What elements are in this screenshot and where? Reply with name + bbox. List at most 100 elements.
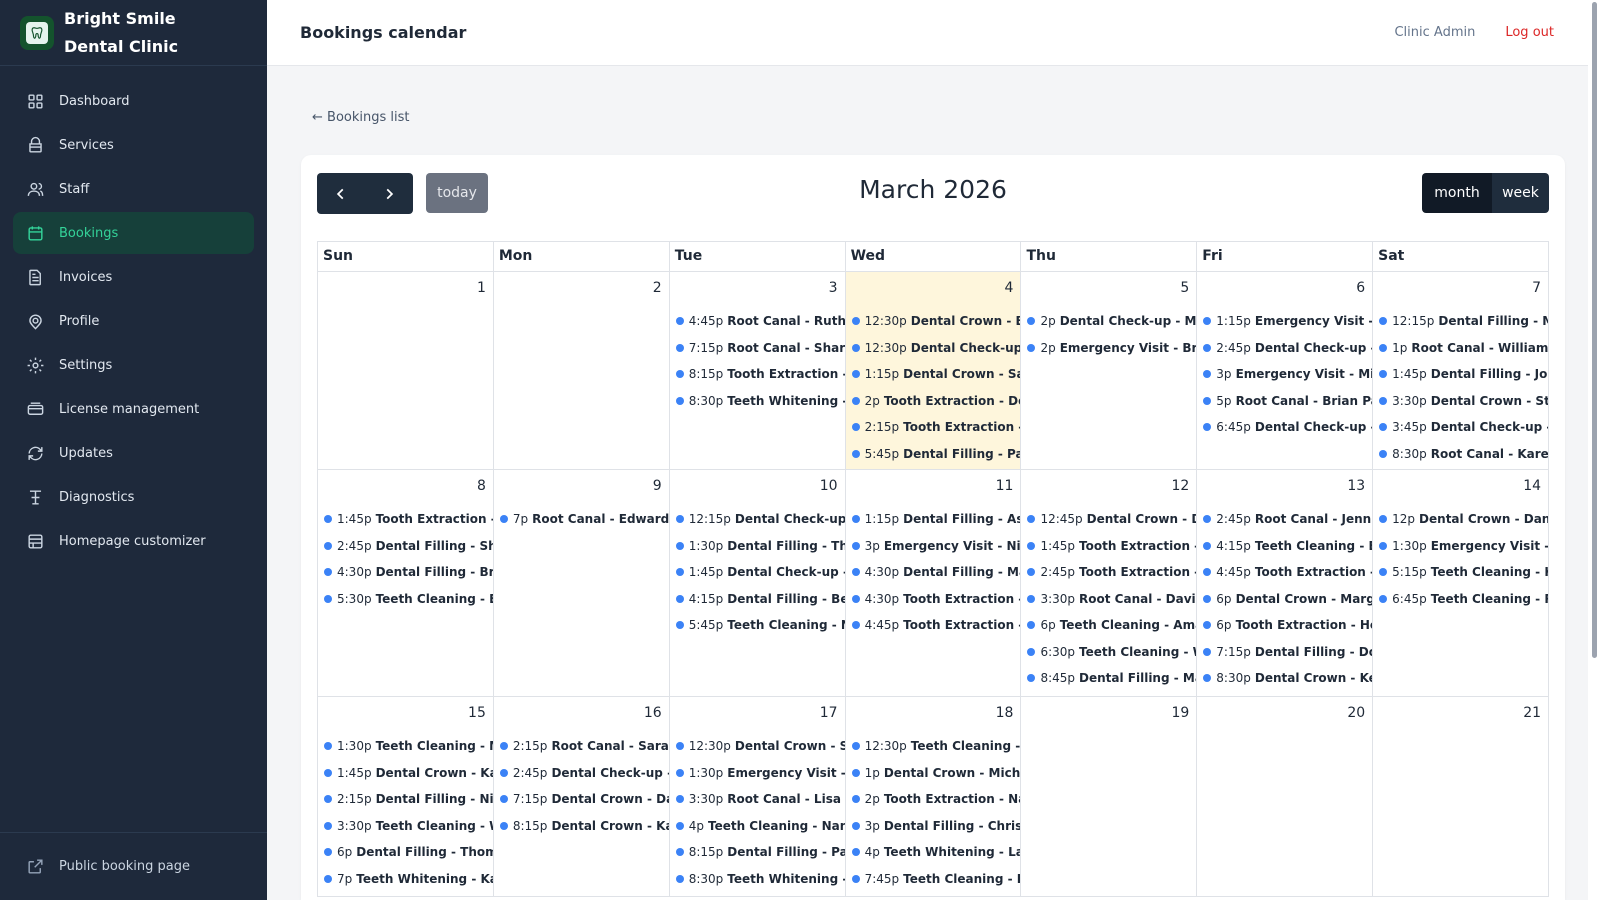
booking-event[interactable]: 1:15pDental Filling - Ashle (846, 506, 1020, 533)
sidebar-item-staff[interactable]: Staff (13, 168, 254, 210)
booking-event[interactable]: 3:30pRoot Canal - David M (1021, 586, 1196, 613)
day-number[interactable]: 9 (494, 470, 669, 506)
booking-event[interactable]: 8:30p Dental Crown - Kev (1197, 665, 1372, 692)
booking-event[interactable]: 12:15pDental Check-up - I (670, 506, 845, 533)
booking-event[interactable]: 2:15pDental Filling - Nico (318, 786, 493, 813)
booking-event[interactable]: 7:15pRoot Canal - Sharon (670, 335, 845, 362)
booking-event[interactable]: 5:30p Teeth Cleaning - Eli (318, 586, 493, 613)
booking-event[interactable]: 2:45pDental Filling - Shar (318, 533, 493, 560)
booking-event[interactable]: 1:15pDental Crown - Sand (846, 361, 1020, 388)
day-number[interactable]: 2 (494, 272, 669, 308)
day-number[interactable]: 19 (1021, 697, 1196, 733)
booking-event[interactable]: 2:15pRoot Canal - Sarah Jo (494, 733, 669, 760)
day-number[interactable]: 15 (318, 697, 493, 733)
sidebar-item-settings[interactable]: Settings (13, 344, 254, 386)
booking-event[interactable]: 1:45pTooth Extraction - E (1021, 533, 1196, 560)
day-number[interactable]: 14 (1373, 470, 1548, 506)
booking-event[interactable]: 12:30pDental Crown - Bri (846, 308, 1020, 335)
month-view-button[interactable]: month (1422, 173, 1492, 213)
booking-event[interactable]: 1pDental Crown - Michae (846, 760, 1020, 787)
day-number[interactable]: 4 (846, 272, 1021, 308)
day-number[interactable]: 16 (494, 697, 669, 733)
booking-event[interactable]: 3:45pDental Check-up - R (1373, 414, 1548, 441)
booking-event[interactable]: 4p Teeth Cleaning - Nanc (670, 813, 845, 840)
booking-event[interactable]: 3:30pTeeth Cleaning - Wi (318, 813, 493, 840)
day-cell[interactable]: 1 (318, 272, 494, 469)
logout-button[interactable]: Log out (1505, 25, 1554, 40)
booking-event[interactable]: 4:30pDental Filling - Bria (318, 559, 493, 586)
booking-event[interactable]: 6p Tooth Extraction - Hel (1197, 612, 1372, 639)
booking-event[interactable]: 7pRoot Canal - Edward Ro (494, 506, 669, 533)
day-number[interactable]: 12 (1021, 470, 1196, 506)
booking-event[interactable]: 6p Dental Crown - Margai (1197, 586, 1372, 613)
booking-event[interactable]: 4:45pTooth Extraction - C (1197, 559, 1372, 586)
day-number[interactable]: 13 (1197, 470, 1372, 506)
booking-event[interactable]: 1:15pEmergency Visit - N (1197, 308, 1372, 335)
day-number[interactable]: 10 (670, 470, 845, 506)
sidebar-item-services[interactable]: Services (13, 124, 254, 166)
booking-event[interactable]: 3:30pDental Crown - Stev (1373, 388, 1548, 415)
booking-event[interactable]: 3p Emergency Visit - Micl (1197, 361, 1372, 388)
booking-event[interactable]: 2p Emergency Visit - Bria (1021, 335, 1196, 362)
day-cell[interactable]: 1012:15pDental Check-up - I1:30pDental F… (670, 470, 846, 696)
booking-event[interactable]: 8:15pDental Crown - Kare (494, 813, 669, 840)
page-scrollbar[interactable] (1588, 0, 1600, 900)
booking-event[interactable]: 6p Dental Filling - Thoma (318, 839, 493, 866)
booking-event[interactable]: 3:30pRoot Canal - Lisa Ed (670, 786, 845, 813)
day-cell[interactable]: 19 (1021, 697, 1198, 896)
day-cell[interactable]: 1212:45pDental Crown - Dav1:45pTooth Ext… (1021, 470, 1198, 696)
day-number[interactable]: 6 (1197, 272, 1372, 308)
day-cell[interactable]: 15 1:30p Teeth Cleaning - Mi 1:45p Dental Cr… (318, 697, 494, 896)
booking-event[interactable]: 4:30p Tooth Extraction - J (846, 586, 1020, 613)
booking-event[interactable]: 5pRoot Canal - Brian Park (1197, 388, 1372, 415)
day-cell[interactable]: 61:15pEmergency Visit - N2:45pDental Che… (1197, 272, 1374, 469)
booking-event[interactable]: 2p Tooth Extraction - Dor (846, 388, 1020, 415)
booking-event[interactable]: 1:30pEmergency Visit - A (670, 760, 845, 787)
booking-event[interactable]: 1:30p Teeth Cleaning - Mi (318, 733, 493, 760)
day-cell[interactable]: 712:15pDental Filling - Mar1pRoot Canal … (1373, 272, 1550, 469)
booking-event[interactable]: 5:45p Teeth Cleaning - Ni (670, 612, 845, 639)
booking-event[interactable]: 2p Dental Check-up - Mat (1021, 308, 1196, 335)
day-cell[interactable]: 20 (1197, 697, 1374, 896)
booking-event[interactable]: 12:30pTeeth Cleaning - La (846, 733, 1020, 760)
day-cell[interactable]: 111:15pDental Filling - Ashle3pEmergency… (846, 470, 1022, 696)
booking-event[interactable]: 4p Teeth Whitening - Lau (846, 839, 1020, 866)
booking-event[interactable]: 1:45pDental Crown - Kare (318, 760, 493, 787)
booking-event[interactable]: 2:45pDental Check-up - Jo (494, 760, 669, 787)
day-cell[interactable]: 81:45pTooth Extraction - Je2:45pDental F… (318, 470, 494, 696)
booking-event[interactable]: 8:15pDental Filling - Paul (670, 839, 845, 866)
scrollbar-thumb[interactable] (1592, 2, 1597, 658)
booking-event[interactable]: 6:45pTeeth Cleaning - Ru (1373, 586, 1548, 613)
booking-event[interactable]: 1:30pDental Filling - Thor (670, 533, 845, 560)
booking-event[interactable]: 3pDental Filling - Christo (846, 813, 1020, 840)
booking-event[interactable]: 2p Tooth Extraction - Nan (846, 786, 1020, 813)
day-number[interactable]: 5 (1021, 272, 1196, 308)
booking-event[interactable]: 1:45pDental Check-up - G (670, 559, 845, 586)
day-cell[interactable]: 2 (494, 272, 670, 469)
day-number[interactable]: 21 (1373, 697, 1548, 733)
day-cell[interactable]: 1812:30pTeeth Cleaning - La1pDental Crow… (846, 697, 1022, 896)
booking-event[interactable]: 1:45pTooth Extraction - Je (318, 506, 493, 533)
booking-event[interactable]: 2:45pRoot Canal - Jennife (1197, 506, 1372, 533)
booking-event[interactable]: 2:45pTooth Extraction - S (1021, 559, 1196, 586)
sidebar-item-license-management[interactable]: License management (13, 388, 254, 430)
sidebar-item-dashboard[interactable]: Dashboard (13, 80, 254, 122)
sidebar-item-diagnostics[interactable]: Diagnostics (13, 476, 254, 518)
booking-event[interactable]: 3p Emergency Visit - Nicc (846, 533, 1020, 560)
day-cell-today[interactable]: 412:30pDental Crown - Bri12:30pDental Ch… (845, 272, 1022, 469)
booking-event[interactable]: 2:15pTooth Extraction - D (846, 414, 1020, 441)
day-cell[interactable]: 34:45pRoot Canal - Ruth C7:15pRoot Canal… (670, 272, 846, 469)
day-number[interactable]: 1 (318, 272, 493, 308)
user-name[interactable]: Clinic Admin (1394, 25, 1475, 40)
day-cell[interactable]: 21 (1373, 697, 1550, 896)
booking-event[interactable]: 5:45pDental Filling - Paul (846, 441, 1020, 468)
day-cell[interactable]: 97pRoot Canal - Edward Ro (494, 470, 670, 696)
booking-event[interactable]: 8:15pTooth Extraction - M (670, 361, 845, 388)
bookings-list-link[interactable]: ← Bookings list (312, 110, 409, 125)
sidebar-item-bookings[interactable]: Bookings (13, 212, 254, 254)
booking-event[interactable]: 8:30pTeeth Whitening - R (670, 388, 845, 415)
booking-event[interactable]: 1:30pEmergency Visit - A (1373, 533, 1548, 560)
day-cell[interactable]: 1712:30pDental Crown - Ste1:30pEmergency… (670, 697, 846, 896)
booking-event[interactable]: 7:15pDental Crown - Dani (494, 786, 669, 813)
booking-event[interactable]: 12:30pDental Crown - Ste (670, 733, 845, 760)
